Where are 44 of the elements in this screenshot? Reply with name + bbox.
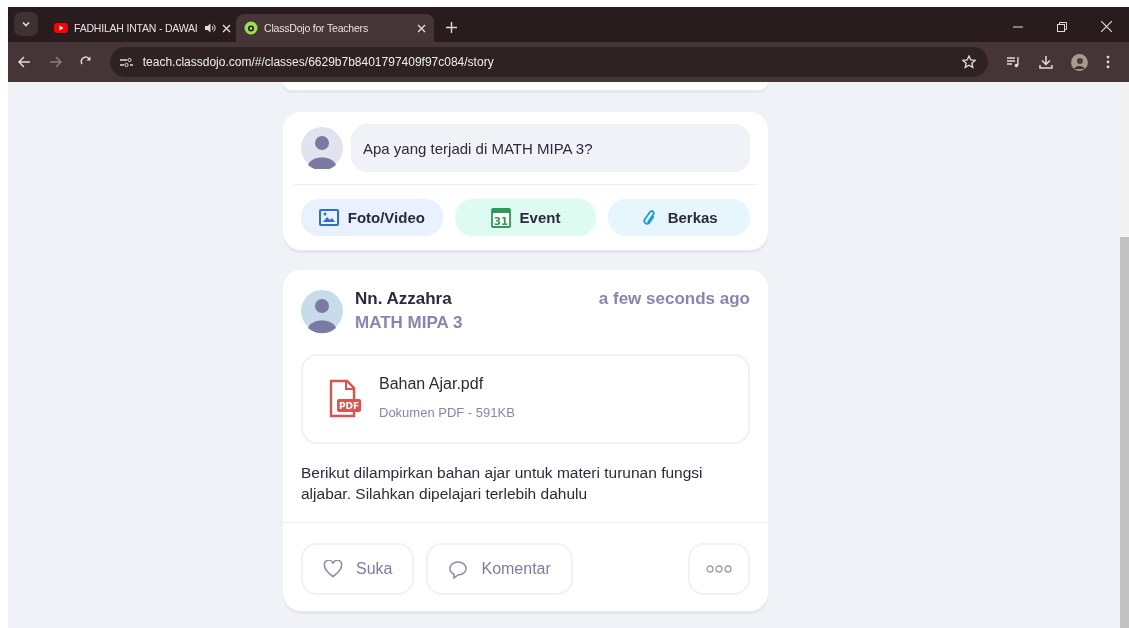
address-bar[interactable]: teach.classdojo.com/#/classes/6629b7b8401797409f97c084/story: [109, 47, 989, 77]
image-icon: [318, 209, 339, 226]
more-icon: [706, 565, 732, 573]
file-name: Bahan Ajar.pdf: [379, 374, 485, 393]
chevron-down-icon: [21, 19, 31, 29]
file-button[interactable]: Berkas: [608, 199, 750, 236]
download-icon[interactable]: [1039, 55, 1054, 69]
calendar-icon: 31: [490, 207, 511, 228]
class-name: MATH MIPA 3: [355, 313, 464, 333]
monster-logo-icon: [244, 21, 258, 35]
star-icon[interactable]: [962, 55, 977, 69]
avatar-icon: [301, 288, 343, 334]
post-text: Berikut dilampirkan bahan ajar untuk materi turunan fungsi aljabar. Silahkan dipelajari terlebih dahulu: [301, 463, 704, 504]
new-tab-icon[interactable]: [446, 22, 457, 33]
back-icon[interactable]: [18, 56, 31, 68]
avatar-icon: [301, 127, 343, 169]
like-button[interactable]: Suka: [301, 543, 415, 595]
close-tab-icon[interactable]: [417, 23, 426, 33]
url-text: teach.classdojo.com/#/classes/6629b7b8401797409f97c084/story: [142, 55, 494, 69]
profile-avatar-icon[interactable]: [1071, 53, 1088, 71]
close-tab-icon[interactable]: [221, 23, 231, 33]
scrollbar[interactable]: [1120, 82, 1129, 628]
tab-title: FADHILAH INTAN - DAWAI: [74, 22, 198, 34]
file-meta: Dokumen PDF - 591KB: [379, 404, 515, 420]
comment-button[interactable]: Komentar: [426, 543, 573, 595]
tab-title: ClassDojo for Teachers: [264, 22, 369, 34]
menu-icon[interactable]: [1106, 55, 1110, 69]
browser-tab[interactable]: ClassDojo for Teachers: [236, 14, 434, 42]
speech-bubble-icon: [448, 559, 469, 579]
event-button[interactable]: 31 Event: [454, 199, 597, 236]
media-queue-icon[interactable]: [1007, 56, 1022, 68]
heart-icon: [323, 560, 343, 578]
attachment-card[interactable]: PDF Bahan Ajar.pdf Dokumen PDF - 591KB: [301, 354, 750, 444]
close-icon[interactable]: [1101, 21, 1112, 32]
site-settings-icon[interactable]: [119, 56, 133, 68]
author-name: Nn. Azzahra: [355, 289, 453, 309]
photo-button[interactable]: Foto/Video: [301, 199, 443, 236]
video-play-icon: [54, 23, 68, 33]
post-input-field[interactable]: Apa yang terjadi di MATH MIPA 3?: [351, 124, 750, 172]
browser-tab[interactable]: FADHILAH INTAN - DAWAI: [46, 14, 236, 42]
tab-list-button[interactable]: [14, 12, 38, 36]
restore-icon[interactable]: [1057, 22, 1067, 32]
post-time: a few seconds ago: [598, 289, 750, 309]
forward-icon[interactable]: [48, 56, 62, 68]
